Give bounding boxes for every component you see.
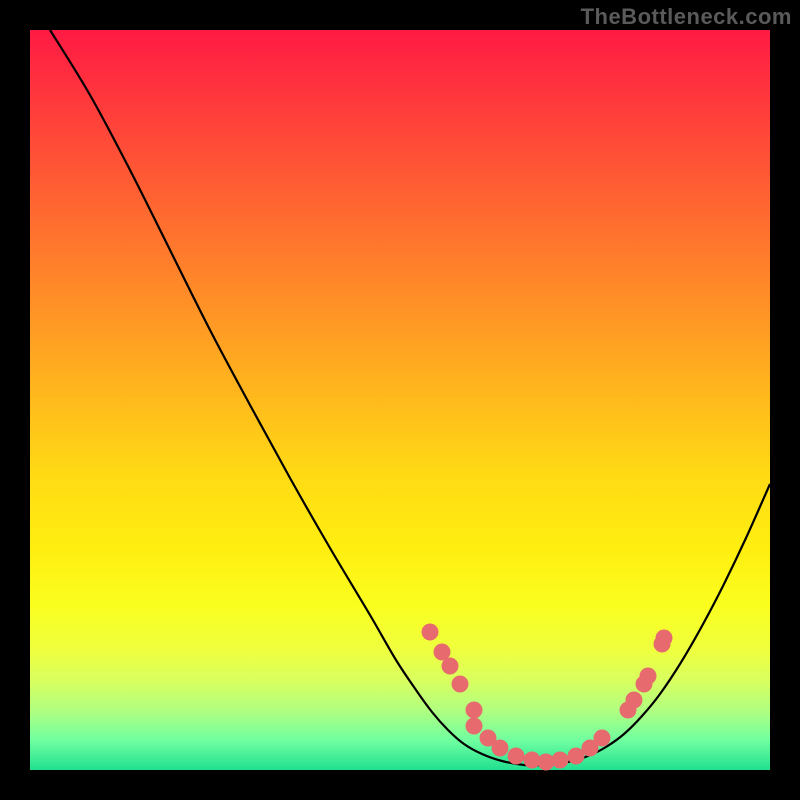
bottleneck-curve xyxy=(50,30,770,765)
data-dot xyxy=(422,624,439,641)
data-dot xyxy=(552,752,569,769)
data-dot xyxy=(492,740,509,757)
data-dot xyxy=(442,658,459,675)
data-dot xyxy=(508,748,525,765)
data-dot xyxy=(626,692,643,709)
chart-svg xyxy=(30,30,770,770)
watermark-text: TheBottleneck.com xyxy=(581,4,792,30)
data-dot xyxy=(594,730,611,747)
data-dot xyxy=(640,668,657,685)
chart-container: TheBottleneck.com xyxy=(0,0,800,800)
data-dot xyxy=(452,676,469,693)
data-dots xyxy=(422,624,673,771)
plot-area xyxy=(30,30,770,770)
data-dot xyxy=(466,702,483,719)
data-dot xyxy=(466,718,483,735)
data-dot xyxy=(656,630,673,647)
